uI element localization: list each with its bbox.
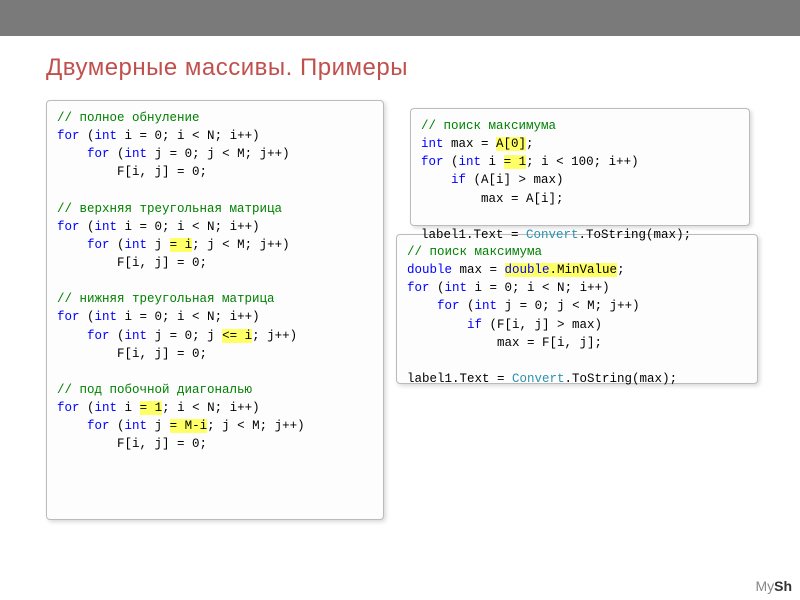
code: .MinValue bbox=[550, 263, 618, 277]
kw: double bbox=[505, 263, 550, 277]
kw: for bbox=[87, 419, 110, 433]
code: max = A[i]; bbox=[421, 192, 564, 206]
code: i bbox=[481, 155, 504, 169]
code: ; j < M; j++) bbox=[192, 238, 290, 252]
kw: for bbox=[57, 220, 80, 234]
code: ; j < M; j++) bbox=[207, 419, 305, 433]
code-block-top-right: // поиск максимума int max = A[0]; for (… bbox=[410, 108, 750, 226]
code: i = 0; i < N; i++) bbox=[117, 310, 260, 324]
highlight: A[0] bbox=[496, 137, 526, 151]
code: ; j++) bbox=[252, 329, 297, 343]
kw: for bbox=[87, 238, 110, 252]
code: j bbox=[147, 419, 170, 433]
kw: int bbox=[459, 155, 482, 169]
comment: // поиск максимума bbox=[407, 245, 542, 259]
code: max = F[i, j]; bbox=[407, 336, 602, 350]
kw: int bbox=[125, 147, 148, 161]
code: F[i, j] = 0; bbox=[57, 347, 207, 361]
code: .ToString(max); bbox=[565, 372, 678, 386]
header-bar bbox=[0, 0, 800, 36]
code: j = 0; j < M; j++) bbox=[497, 299, 640, 313]
kw: if bbox=[451, 173, 466, 187]
code: F[i, j] = 0; bbox=[57, 256, 207, 270]
highlight: <= i bbox=[222, 329, 252, 343]
kw: for bbox=[407, 281, 430, 295]
comment: // под побочной диагональю bbox=[57, 383, 252, 397]
code: max = bbox=[444, 137, 497, 151]
kw: double bbox=[407, 263, 452, 277]
kw: int bbox=[421, 137, 444, 151]
code: j = 0; j bbox=[147, 329, 222, 343]
kw: for bbox=[437, 299, 460, 313]
kw: int bbox=[125, 419, 148, 433]
wm-pre: My bbox=[755, 578, 774, 594]
kw: int bbox=[95, 310, 118, 324]
code: F[i, j] = 0; bbox=[57, 165, 207, 179]
code: (A[i] > max) bbox=[466, 173, 564, 187]
kw: int bbox=[95, 401, 118, 415]
code: ; bbox=[526, 137, 534, 151]
code: i = 0; i < N; i++) bbox=[467, 281, 610, 295]
kw: for bbox=[87, 147, 110, 161]
type: Convert bbox=[512, 372, 565, 386]
code: ; bbox=[617, 263, 625, 277]
code: j = 0; j < M; j++) bbox=[147, 147, 290, 161]
type: Convert bbox=[526, 228, 579, 242]
kw: int bbox=[95, 129, 118, 143]
code: i bbox=[117, 401, 140, 415]
code: i = 0; i < N; i++) bbox=[117, 220, 260, 234]
code: ; i < N; i++) bbox=[162, 401, 260, 415]
kw: int bbox=[95, 220, 118, 234]
code: j bbox=[147, 238, 170, 252]
kw: for bbox=[57, 129, 80, 143]
kw: for bbox=[57, 310, 80, 324]
highlight: = 1 bbox=[504, 155, 527, 169]
code: label1.Text = bbox=[407, 372, 512, 386]
kw: int bbox=[125, 238, 148, 252]
comment: // полное обнуление bbox=[57, 111, 200, 125]
comment: // верхняя треугольная матрица bbox=[57, 202, 282, 216]
highlight: = M-i bbox=[170, 419, 208, 433]
kw: int bbox=[445, 281, 468, 295]
code-block-left: // полное обнуление for (int i = 0; i < … bbox=[46, 100, 384, 520]
highlight: = 1 bbox=[140, 401, 163, 415]
code: max = bbox=[452, 263, 505, 277]
highlight: double.MinValue bbox=[505, 263, 618, 277]
page-title: Двумерные массивы. Примеры bbox=[46, 54, 800, 82]
kw: for bbox=[87, 329, 110, 343]
code: label1.Text = bbox=[421, 228, 526, 242]
watermark: MySh bbox=[755, 578, 792, 594]
comment: // нижняя треугольная матрица bbox=[57, 292, 275, 306]
kw: int bbox=[475, 299, 498, 313]
code: i = 0; i < N; i++) bbox=[117, 129, 260, 143]
kw: if bbox=[467, 318, 482, 332]
code-block-bottom-right: // поиск максимума double max = double.M… bbox=[396, 234, 758, 384]
code: F[i, j] = 0; bbox=[57, 437, 207, 451]
kw: int bbox=[125, 329, 148, 343]
kw: for bbox=[57, 401, 80, 415]
comment: // поиск максимума bbox=[421, 119, 556, 133]
kw: for bbox=[421, 155, 444, 169]
code: (F[i, j] > max) bbox=[482, 318, 602, 332]
highlight: = i bbox=[170, 238, 193, 252]
code: .ToString(max); bbox=[579, 228, 692, 242]
wm-bold: Sh bbox=[774, 578, 792, 594]
code: ; i < 100; i++) bbox=[526, 155, 639, 169]
